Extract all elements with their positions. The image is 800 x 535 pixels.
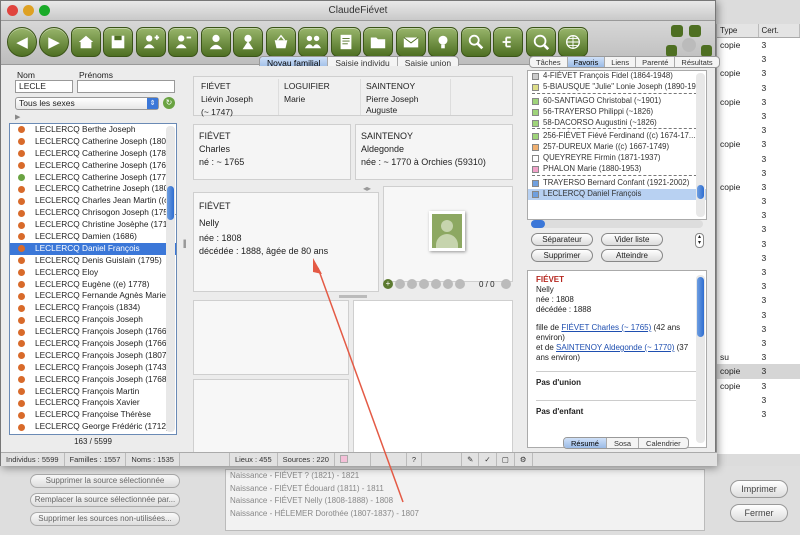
annotation-arrow xyxy=(313,258,404,503)
